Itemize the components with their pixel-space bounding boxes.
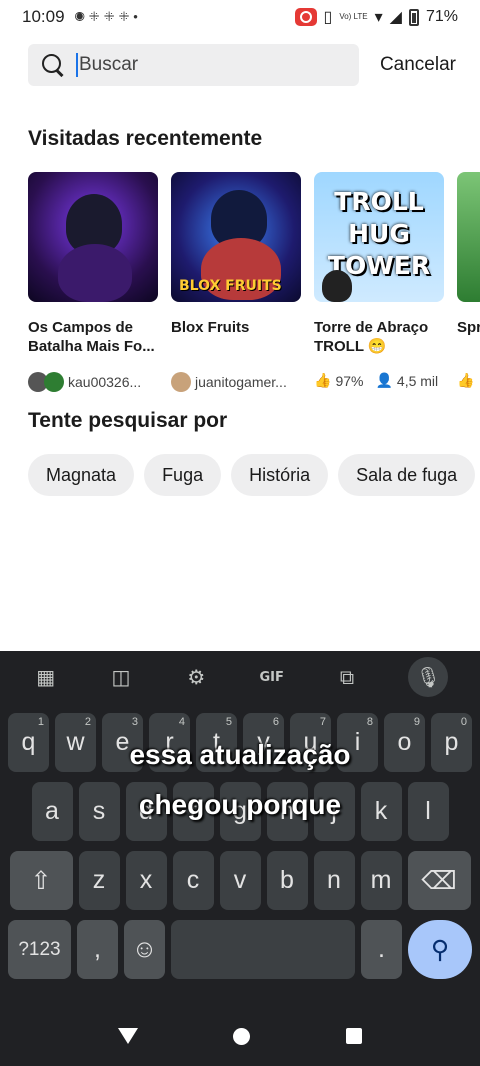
game-thumbnail[interactable]: BLOX FRUITS	[171, 172, 301, 302]
game-stats: 👍 97% 👤 4,5 mil	[314, 372, 444, 389]
player-count: 4,5 mil	[396, 372, 439, 389]
creator-name: juanitogamer...	[195, 374, 287, 390]
suggestion-chip[interactable]: História	[231, 454, 329, 496]
key-row-3: ⇧ zxcvbnm ⌫	[0, 851, 480, 910]
game-title: Spr	[457, 319, 480, 336]
home-icon[interactable]	[233, 1027, 251, 1045]
key-row-4: ?123 , ☺ . ⚲	[0, 920, 480, 979]
game-thumbnail[interactable]: TROLL HUG TOWER	[314, 172, 444, 302]
game-title: Blox Fruits	[171, 319, 250, 336]
keyboard-toolbar: ▦ ◫ ⚙ GIF ⧉ 🎙	[0, 651, 480, 703]
recent-games-row: Os Campos de Batalha Mais Fo... kau00326…	[28, 172, 480, 392]
status-bar: 10:09 ◉ ꔰ ꔰ ꔰ • ▯ Vo) LTE ▾ ◢ 71%	[0, 0, 480, 34]
avatar	[171, 372, 191, 392]
rating: 97%	[335, 372, 364, 389]
suggestion-chip[interactable]: Magnata	[28, 454, 135, 496]
game-card[interactable]: TROLL HUG TOWER Torre de Abraço TROLL 😁 …	[314, 172, 444, 392]
game-card[interactable]: Spr 👍	[457, 172, 480, 392]
sticker-icon[interactable]: ◫	[107, 663, 135, 691]
apps-grid-icon[interactable]: ▦	[32, 663, 60, 691]
comma-key[interactable]: ,	[77, 920, 118, 979]
avatar	[44, 372, 64, 392]
keyboard-search-key[interactable]: ⚲	[408, 920, 472, 979]
video-caption: essa atualização	[129, 739, 351, 770]
settings-gear-icon[interactable]: ⚙	[182, 663, 210, 691]
recents-icon[interactable]	[346, 1028, 363, 1044]
network-label: Vo) LTE	[339, 12, 368, 21]
key-n[interactable]: n	[313, 851, 355, 910]
thumbnail-text: TROLL HUG TOWER	[327, 187, 431, 280]
key-c[interactable]: c	[172, 851, 214, 910]
cancel-button[interactable]: Cancelar	[380, 54, 456, 76]
key-z[interactable]: z	[78, 851, 120, 910]
thumbs-up-icon: 👍	[457, 372, 475, 388]
game-thumbnail[interactable]	[457, 172, 480, 302]
translate-icon[interactable]: ⧉	[333, 663, 361, 691]
game-card[interactable]: BLOX FRUITS Blox Fruits juanitogamer...	[171, 172, 301, 392]
battery-level: 71%	[425, 8, 458, 25]
on-screen-keyboard: ▦ ◫ ⚙ GIF ⧉ 🎙 q1w2e3r4t5y6u7i8o9p0 asdfg…	[0, 651, 480, 1006]
game-stats: 👍	[457, 372, 480, 389]
wifi-icon: ▾	[374, 9, 383, 26]
suggestion-chip[interactable]: Sala de fuga	[338, 454, 476, 496]
key-b[interactable]: b	[266, 851, 308, 910]
game-creator: kau00326...	[28, 372, 158, 392]
game-creator: juanitogamer...	[171, 372, 301, 392]
symbols-key[interactable]: ?123	[8, 920, 71, 979]
players-icon: 👤	[375, 372, 393, 388]
back-icon[interactable]	[117, 1028, 138, 1044]
key-x[interactable]: x	[125, 851, 167, 910]
microphone-icon[interactable]: 🎙	[408, 657, 449, 697]
signal-icon: ◢	[389, 9, 402, 26]
creator-name: kau00326...	[68, 374, 142, 390]
shift-key[interactable]: ⇧	[9, 851, 73, 910]
suggestion-chips: Magnata Fuga História Sala de fuga	[28, 454, 476, 496]
game-thumbnail[interactable]	[28, 172, 158, 302]
search-icon	[40, 52, 66, 78]
thumbnail-logo: BLOX FRUITS	[179, 278, 282, 294]
system-nav-bar	[0, 1006, 480, 1066]
thumbs-up-icon: 👍	[314, 372, 332, 388]
emoji-key[interactable]: ☺	[124, 920, 165, 979]
try-section-title: Tente pesquisar por	[28, 409, 228, 432]
clock: 10:09	[22, 7, 65, 26]
game-card[interactable]: Os Campos de Batalha Mais Fo... kau00326…	[28, 172, 158, 392]
search-box[interactable]	[28, 44, 359, 86]
game-title: Os Campos de Batalha Mais Fo...	[28, 319, 155, 355]
vibrate-icon: ▯	[323, 9, 333, 26]
screen-record-icon	[294, 8, 317, 26]
recent-section-title: Visitadas recentemente	[28, 127, 263, 150]
notification-icons: ◉ ꔰ ꔰ ꔰ •	[74, 9, 138, 24]
gif-button[interactable]: GIF	[258, 663, 286, 691]
search-input[interactable]	[76, 53, 336, 77]
key-m[interactable]: m	[360, 851, 402, 910]
video-caption: chegou porque	[138, 789, 342, 820]
suggestion-chip[interactable]: Fuga	[144, 454, 222, 496]
key-v[interactable]: v	[219, 851, 261, 910]
space-key[interactable]	[171, 920, 355, 979]
battery-icon	[408, 8, 419, 26]
game-title: Torre de Abraço TROLL 😁	[314, 319, 429, 355]
backspace-key[interactable]: ⌫	[407, 851, 471, 910]
search-row: Cancelar	[28, 44, 456, 86]
period-key[interactable]: .	[361, 920, 402, 979]
